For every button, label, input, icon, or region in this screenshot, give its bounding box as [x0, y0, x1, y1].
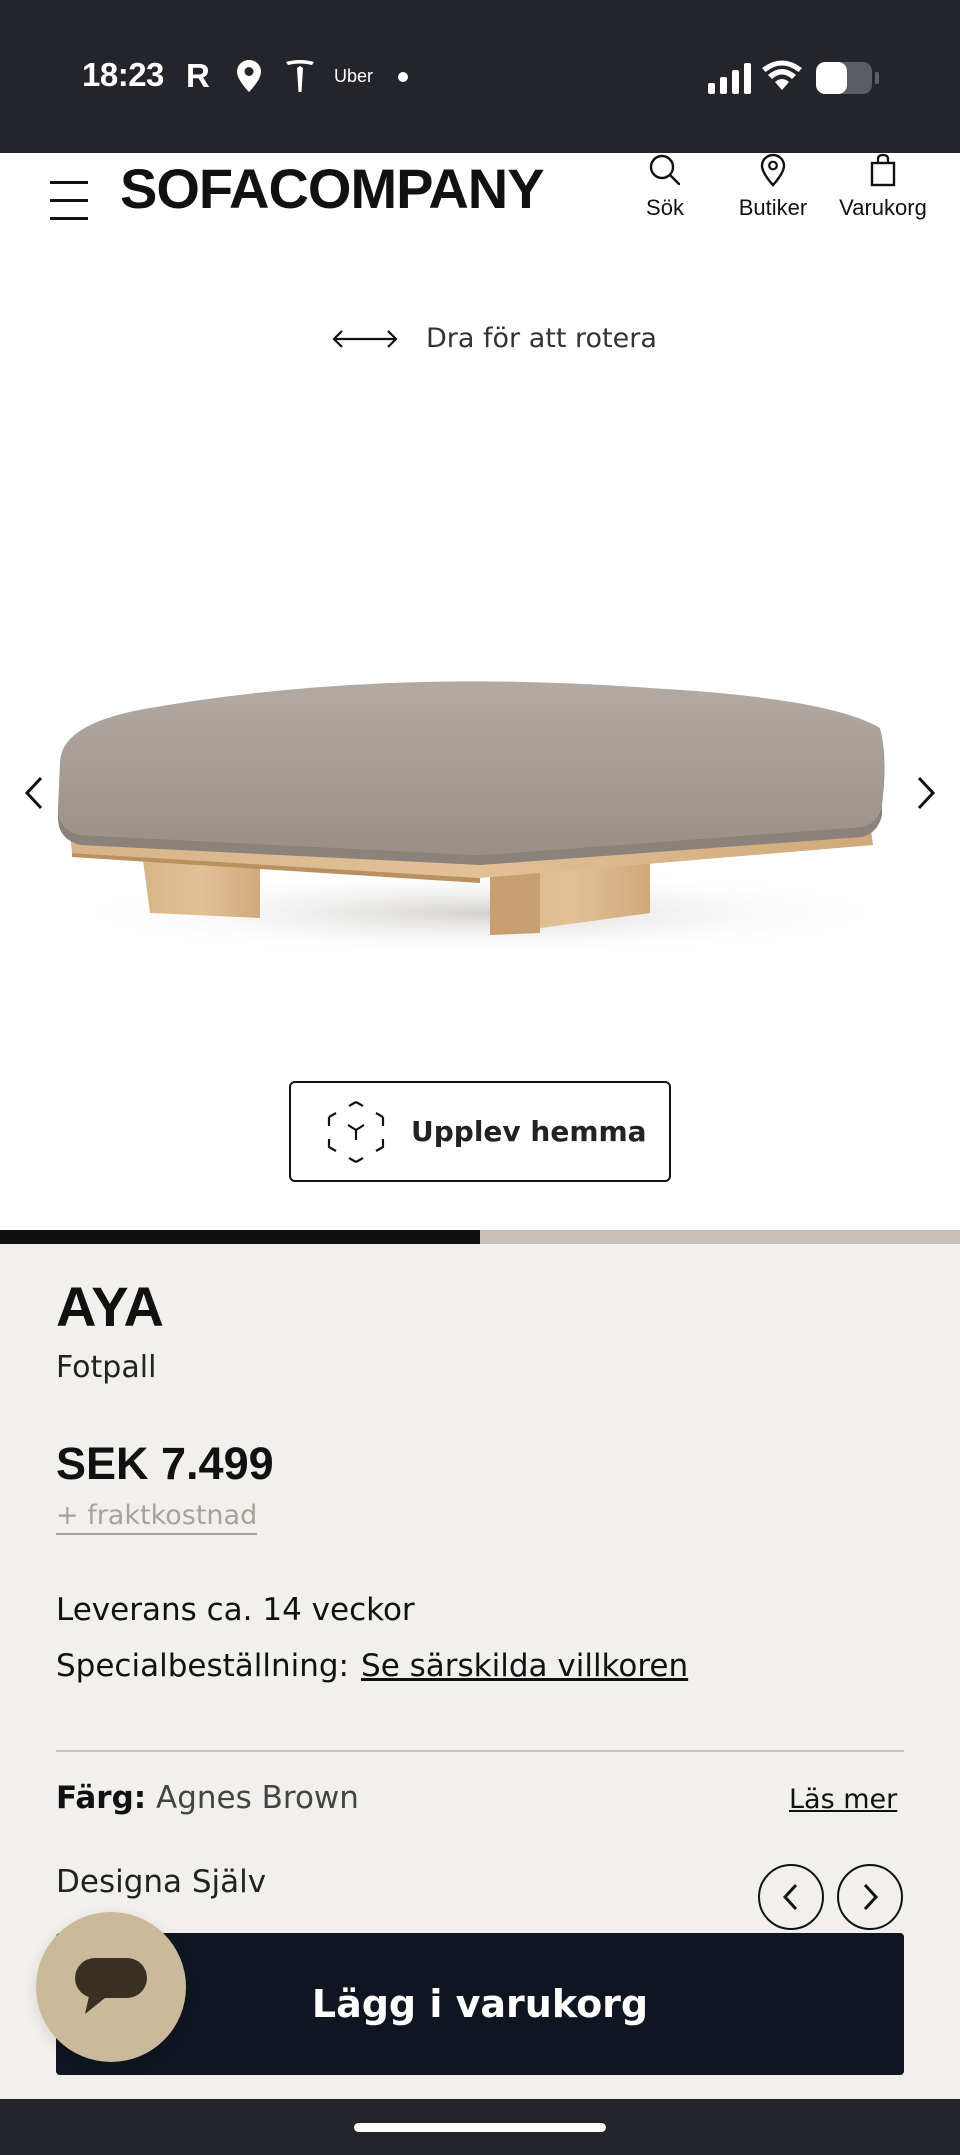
uber-icon: Uber: [334, 65, 374, 86]
nav-stores[interactable]: Butiker: [728, 153, 818, 221]
divider: [56, 1750, 904, 1752]
battery-tip: [875, 72, 879, 84]
swatch-next-button[interactable]: [837, 1864, 903, 1930]
swatch-prev-button[interactable]: [758, 1864, 824, 1930]
search-icon: [649, 154, 681, 186]
status-bar: 18:23 R Uber: [0, 0, 960, 153]
nav-search[interactable]: Sök: [640, 153, 690, 221]
ar-view-button[interactable]: Upplev hemma: [289, 1081, 671, 1182]
r-icon: R: [186, 57, 210, 94]
gallery-progress-bar: [0, 1230, 960, 1244]
read-more-link[interactable]: Läs mer: [789, 1784, 897, 1815]
product-name: AYA: [56, 1275, 164, 1338]
nav-cart[interactable]: Varukorg: [828, 153, 938, 221]
color-label: Färg:: [56, 1780, 147, 1816]
chat-icon: [75, 1958, 147, 2014]
brand-logo[interactable]: SOFACOMPANY: [120, 153, 545, 223]
gallery-prev-button[interactable]: [14, 763, 54, 823]
product-type: Fotpall: [56, 1350, 157, 1385]
gallery-progress-fill: [0, 1230, 480, 1244]
status-time: 18:23: [82, 56, 164, 93]
color-selection: Färg: Agnes Brown: [56, 1780, 359, 1816]
nav-search-label: Sök: [646, 195, 684, 220]
shipping-cost-link[interactable]: + fraktkostnad: [56, 1500, 258, 1535]
chevron-left-icon: [24, 776, 43, 810]
rotate-hint-label: Dra för att rotera: [426, 323, 657, 354]
chevron-right-icon: [863, 1883, 879, 1911]
delivery-time: Leverans ca. 14 veckor: [56, 1592, 415, 1628]
chevron-left-icon: [782, 1883, 798, 1911]
battery-icon: [816, 62, 872, 94]
3d-cube-icon: [327, 1100, 385, 1163]
special-terms-link[interactable]: Se särskilda villkoren: [361, 1648, 688, 1684]
double-arrow-icon: [332, 329, 398, 348]
nav-stores-label: Butiker: [738, 195, 808, 220]
color-value: Agnes Brown: [156, 1780, 359, 1816]
special-order-row: Specialbeställning: Se särskilda villkor…: [56, 1648, 688, 1684]
location-pin-icon: [236, 56, 262, 96]
notification-dot-icon: [398, 72, 408, 82]
menu-icon[interactable]: [50, 167, 92, 220]
location-pin-icon: [760, 153, 786, 187]
tesla-icon: [284, 56, 316, 96]
product-viewer[interactable]: Dra för att rotera Upplev hemma: [0, 263, 960, 1230]
wifi-icon: [762, 60, 802, 96]
shopping-bag-icon: [870, 153, 896, 187]
product-price: SEK 7.499: [56, 1438, 274, 1489]
gallery-next-button[interactable]: [906, 763, 946, 823]
chat-button[interactable]: [36, 1912, 186, 2062]
ar-view-label: Upplev hemma: [411, 1115, 647, 1148]
rotate-hint: Dra för att rotera: [330, 323, 657, 354]
product-image: [58, 681, 900, 958]
home-indicator[interactable]: [354, 2123, 606, 2132]
special-order-label: Specialbeställning:: [56, 1648, 350, 1684]
nav-cart-label: Varukorg: [839, 195, 927, 220]
design-yourself-label: Designa Själv: [56, 1864, 267, 1900]
chevron-right-icon: [917, 776, 936, 810]
cellular-signal-icon: [708, 62, 751, 94]
site-header: SOFACOMPANY Sök Butiker Varukorg: [0, 153, 960, 263]
